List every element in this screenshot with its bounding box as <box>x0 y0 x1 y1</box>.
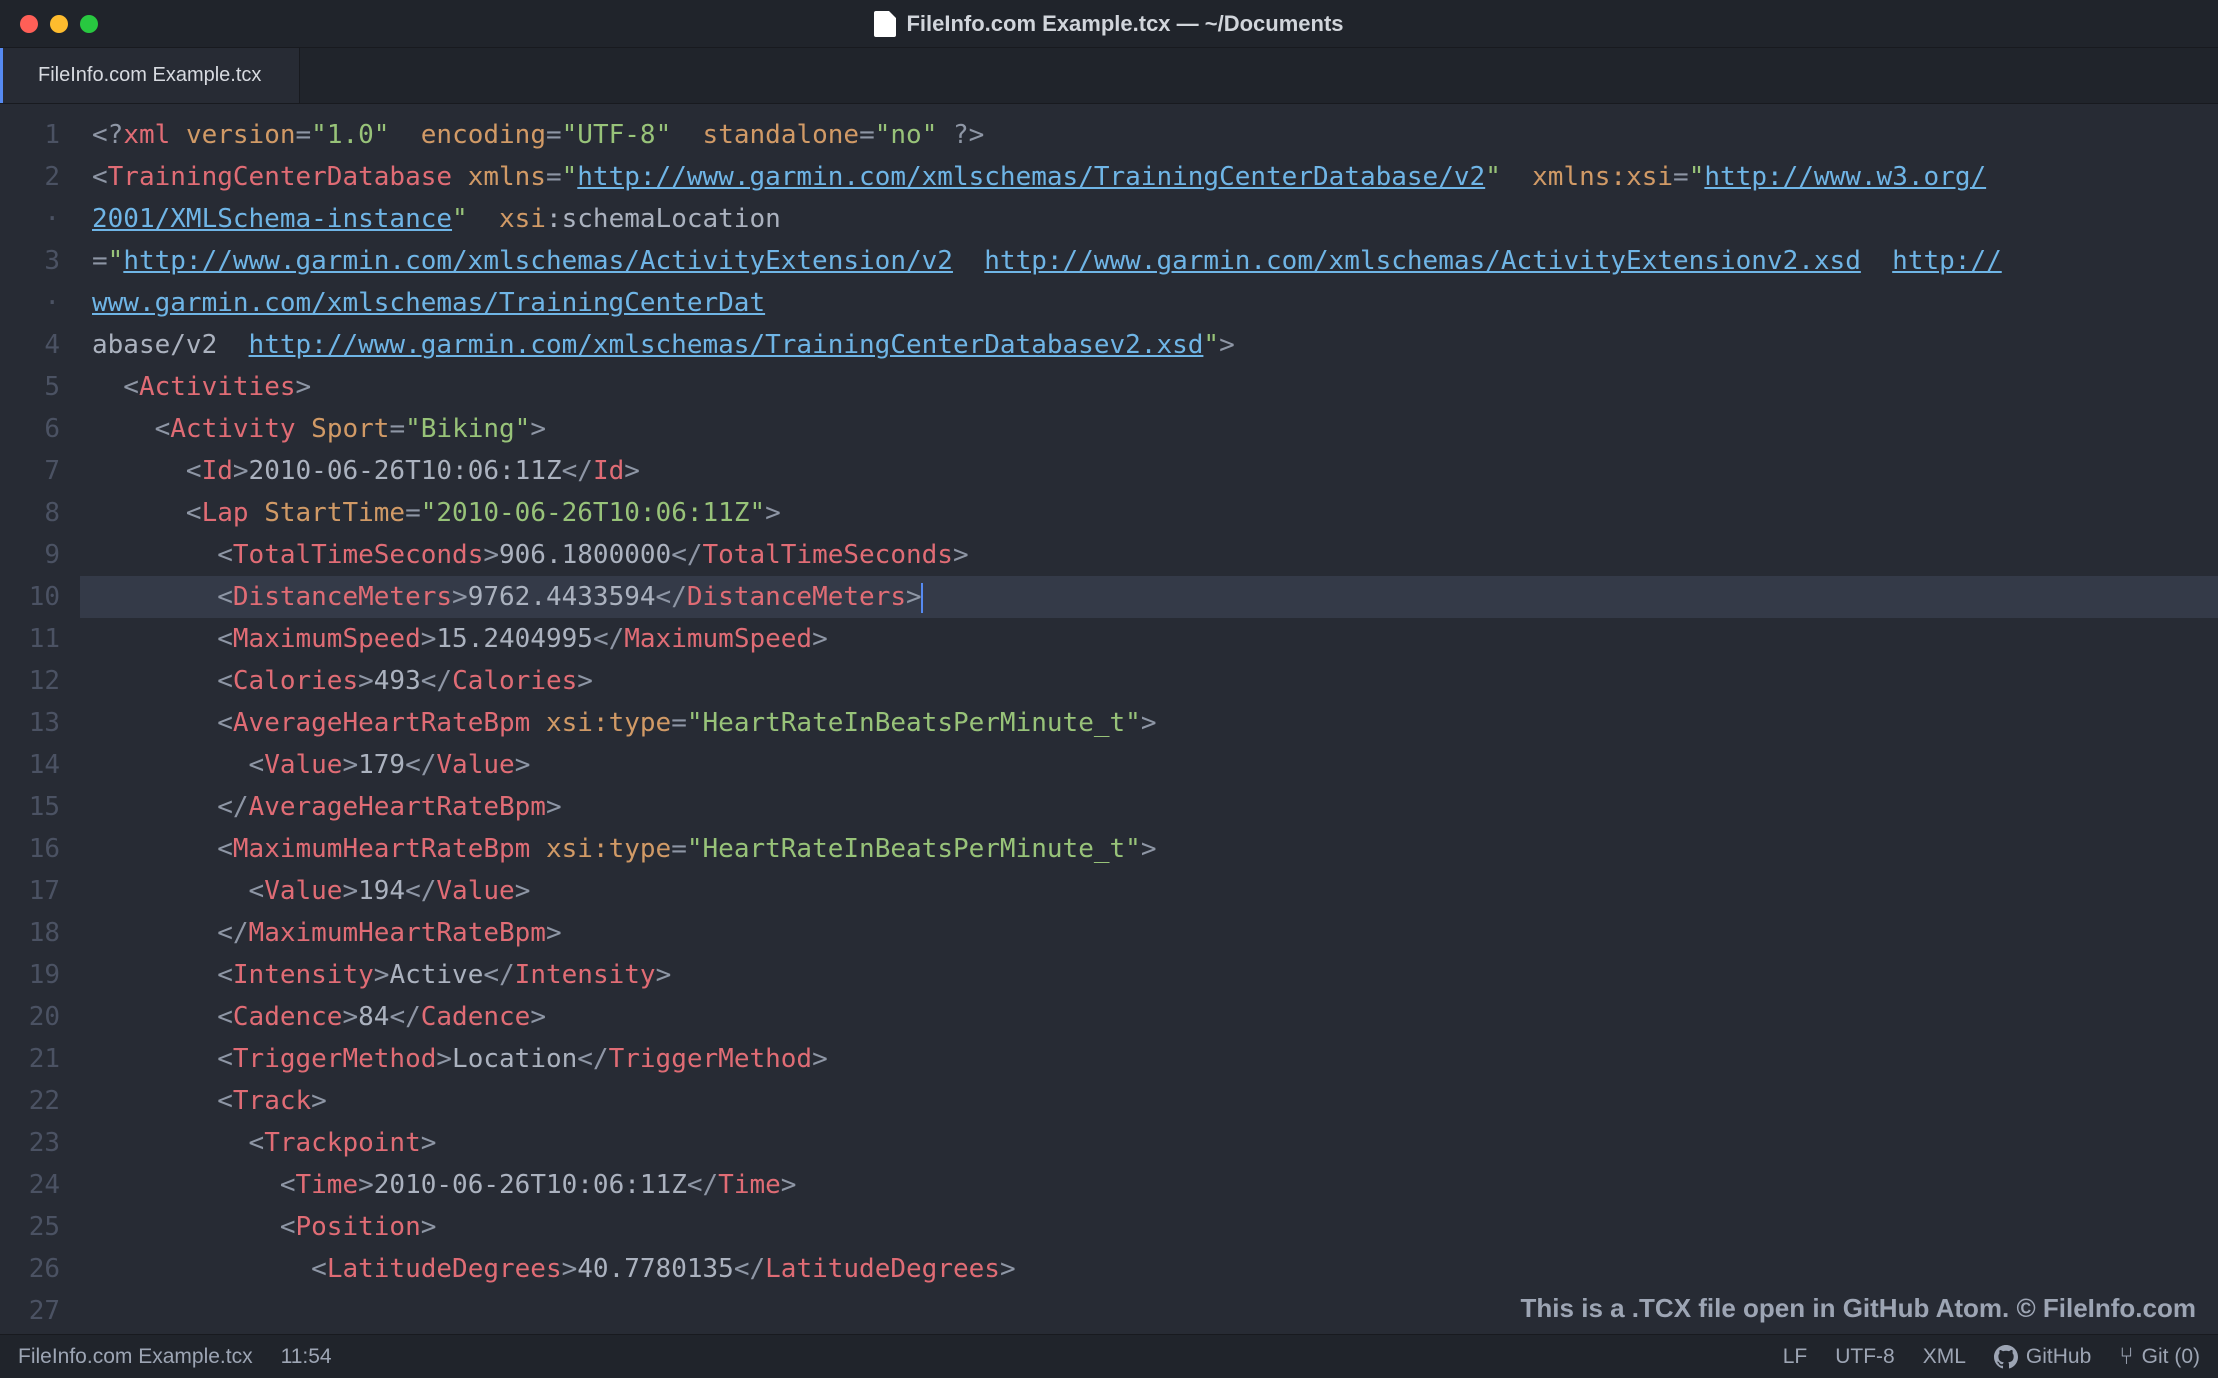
line-number[interactable]: 4 <box>0 324 60 366</box>
line-number[interactable]: 6 <box>0 408 60 450</box>
line-number[interactable]: 11 <box>0 618 60 660</box>
minimize-window-button[interactable] <box>50 15 68 33</box>
line-number[interactable]: 9 <box>0 534 60 576</box>
code-line[interactable]: <Calories>493</Calories> <box>80 660 2218 702</box>
tab-bar: FileInfo.com Example.tcx <box>0 48 2218 104</box>
line-number[interactable]: 24 <box>0 1164 60 1206</box>
tab[interactable]: FileInfo.com Example.tcx <box>0 48 300 103</box>
code-line[interactable]: <Track> <box>80 1080 2218 1122</box>
maximize-window-button[interactable] <box>80 15 98 33</box>
line-number[interactable]: 20 <box>0 996 60 1038</box>
status-grammar[interactable]: XML <box>1923 1345 1966 1369</box>
watermark: This is a .TCX file open in GitHub Atom.… <box>1521 1293 2196 1324</box>
line-number[interactable]: 2 <box>0 156 60 198</box>
line-number[interactable]: 21 <box>0 1038 60 1080</box>
code-line[interactable]: <DistanceMeters>9762.4433594</DistanceMe… <box>80 576 2218 618</box>
code-line[interactable]: 2001/XMLSchema-instance" xsi:schemaLocat… <box>80 198 2218 240</box>
line-number[interactable]: 25 <box>0 1206 60 1248</box>
line-number[interactable]: 16 <box>0 828 60 870</box>
code-line[interactable]: <Lap StartTime="2010-06-26T10:06:11Z"> <box>80 492 2218 534</box>
code-line[interactable]: <TotalTimeSeconds>906.1800000</TotalTime… <box>80 534 2218 576</box>
line-number[interactable]: 8 <box>0 492 60 534</box>
window-controls <box>20 15 98 33</box>
code-line[interactable]: <Position> <box>80 1206 2218 1248</box>
file-icon <box>874 11 896 37</box>
code-line[interactable]: </MaximumHeartRateBpm> <box>80 912 2218 954</box>
code-line[interactable]: ="http://www.garmin.com/xmlschemas/Activ… <box>80 240 2218 282</box>
code-line[interactable]: www.garmin.com/xmlschemas/TrainingCenter… <box>80 282 2218 324</box>
code-line[interactable]: </AverageHeartRateBpm> <box>80 786 2218 828</box>
line-number[interactable]: 27 <box>0 1290 60 1332</box>
code-line[interactable]: <Id>2010-06-26T10:06:11Z</Id> <box>80 450 2218 492</box>
code-line[interactable]: <Value>179</Value> <box>80 744 2218 786</box>
code-line[interactable]: <MaximumHeartRateBpm xsi:type="HeartRate… <box>80 828 2218 870</box>
line-number[interactable]: 7 <box>0 450 60 492</box>
line-number[interactable]: 10 <box>0 576 60 618</box>
line-number[interactable]: 23 <box>0 1122 60 1164</box>
line-number[interactable]: 22 <box>0 1080 60 1122</box>
status-line-ending[interactable]: LF <box>1783 1345 1808 1369</box>
code-line[interactable]: <Activity Sport="Biking"> <box>80 408 2218 450</box>
code-line[interactable]: <TriggerMethod>Location</TriggerMethod> <box>80 1038 2218 1080</box>
line-number[interactable]: 19 <box>0 954 60 996</box>
status-filename[interactable]: FileInfo.com Example.tcx <box>18 1345 253 1369</box>
line-number[interactable]: 15 <box>0 786 60 828</box>
code-line[interactable]: <Trackpoint> <box>80 1122 2218 1164</box>
code-line[interactable]: <LatitudeDegrees>40.7780135</LatitudeDeg… <box>80 1248 2218 1290</box>
code-line[interactable]: <Intensity>Active</Intensity> <box>80 954 2218 996</box>
code-area[interactable]: <?xml version="1.0" encoding="UTF-8" sta… <box>80 104 2218 1334</box>
code-line[interactable]: <Value>194</Value> <box>80 870 2218 912</box>
code-line[interactable]: <Cadence>84</Cadence> <box>80 996 2218 1038</box>
code-line[interactable]: <?xml version="1.0" encoding="UTF-8" sta… <box>80 114 2218 156</box>
code-line[interactable]: <AverageHeartRateBpm xsi:type="HeartRate… <box>80 702 2218 744</box>
window-title: FileInfo.com Example.tcx — ~/Documents <box>906 11 1343 37</box>
code-line[interactable]: <MaximumSpeed>15.2404995</MaximumSpeed> <box>80 618 2218 660</box>
line-number[interactable]: 17 <box>0 870 60 912</box>
line-number[interactable]: 5 <box>0 366 60 408</box>
git-branch-icon: ⑂ <box>2119 1343 2133 1371</box>
line-number[interactable]: 14 <box>0 744 60 786</box>
line-number[interactable]: 13 <box>0 702 60 744</box>
line-number-gutter[interactable]: 12·3·45678910111213141516171819202122232… <box>0 104 80 1334</box>
github-icon <box>1994 1345 2018 1369</box>
line-number[interactable]: 18 <box>0 912 60 954</box>
status-github[interactable]: GitHub <box>1994 1345 2091 1369</box>
line-number[interactable]: 1 <box>0 114 60 156</box>
close-window-button[interactable] <box>20 15 38 33</box>
status-git[interactable]: ⑂ Git (0) <box>2119 1343 2200 1371</box>
code-line[interactable]: <TrainingCenterDatabase xmlns="http://ww… <box>80 156 2218 198</box>
line-number[interactable]: · <box>0 198 60 240</box>
line-number[interactable]: 12 <box>0 660 60 702</box>
code-line[interactable]: abase/v2 http://www.garmin.com/xmlschema… <box>80 324 2218 366</box>
editor[interactable]: 12·3·45678910111213141516171819202122232… <box>0 104 2218 1334</box>
line-number[interactable]: · <box>0 282 60 324</box>
code-line[interactable]: <Time>2010-06-26T10:06:11Z</Time> <box>80 1164 2218 1206</box>
status-github-label: GitHub <box>2026 1345 2091 1369</box>
titlebar: FileInfo.com Example.tcx — ~/Documents <box>0 0 2218 48</box>
status-git-label: Git (0) <box>2142 1345 2200 1369</box>
code-line[interactable]: <Activities> <box>80 366 2218 408</box>
line-number[interactable]: 26 <box>0 1248 60 1290</box>
statusbar: FileInfo.com Example.tcx 11:54 LF UTF-8 … <box>0 1334 2218 1378</box>
text-cursor <box>921 583 923 613</box>
line-number[interactable]: 3 <box>0 240 60 282</box>
status-cursor-position[interactable]: 11:54 <box>281 1345 332 1369</box>
status-encoding[interactable]: UTF-8 <box>1835 1345 1895 1369</box>
